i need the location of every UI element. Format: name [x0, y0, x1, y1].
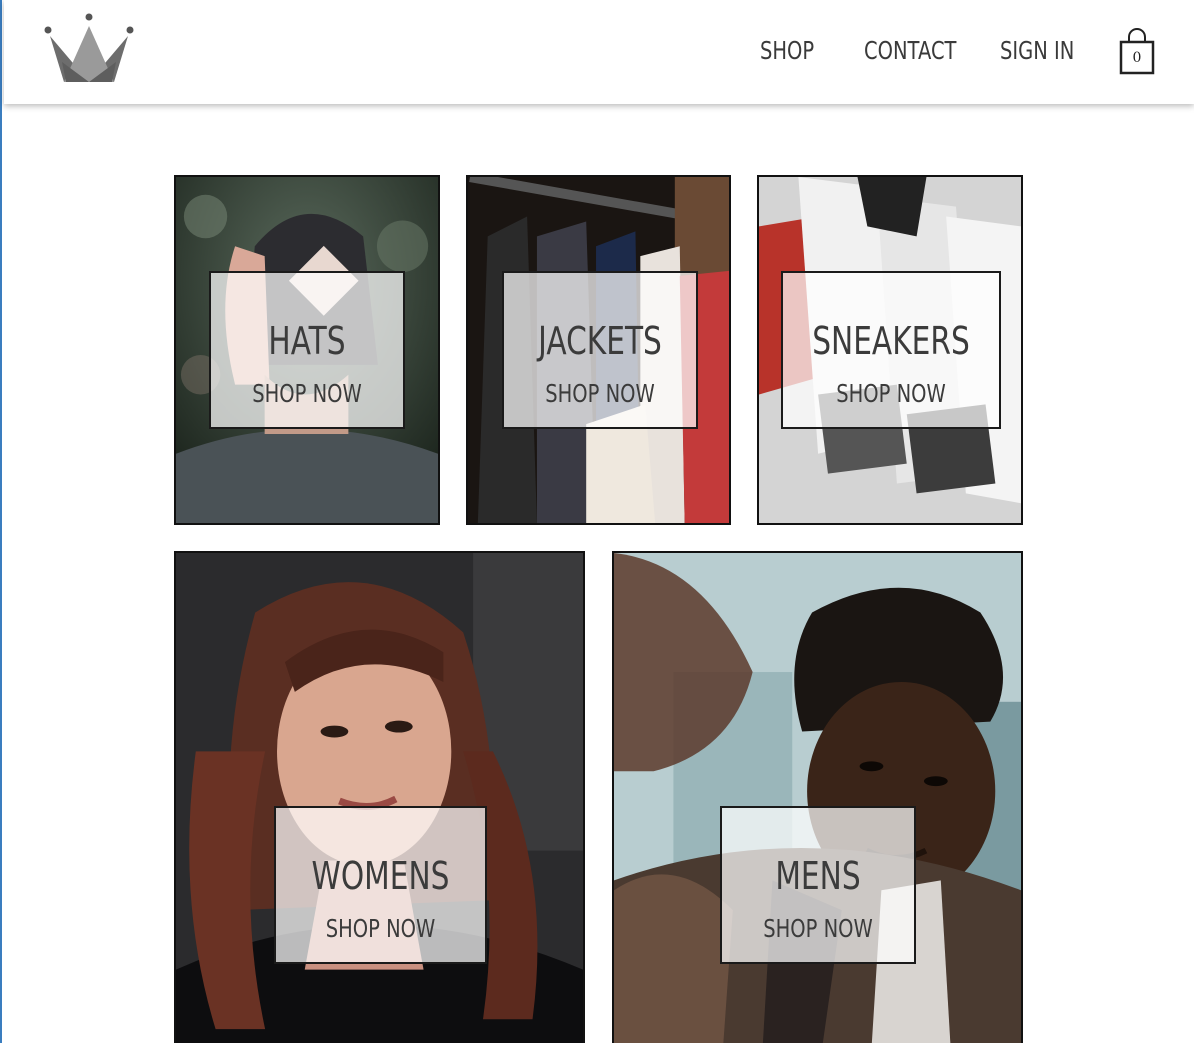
mens-photo — [614, 553, 1021, 1043]
category-tile-sneakers[interactable]: SNEAKERS SHOP NOW — [757, 175, 1023, 525]
shop-now-text: SHOP NOW — [545, 379, 655, 408]
category-label-box: SNEAKERS SHOP NOW — [781, 271, 1001, 429]
nav-shop-link[interactable]: SHOP — [760, 36, 814, 72]
category-title: WOMENS — [311, 854, 450, 898]
shop-now-text: SHOP NOW — [836, 379, 946, 408]
category-label-box: MENS SHOP NOW — [720, 806, 916, 964]
nav-sign-in-link[interactable]: SIGN IN — [1000, 36, 1074, 72]
shop-now-text: SHOP NOW — [763, 914, 873, 943]
category-label-box: JACKETS SHOP NOW — [502, 271, 698, 429]
shop-now-text: SHOP NOW — [252, 379, 362, 408]
category-title: JACKETS — [538, 319, 662, 363]
category-title: MENS — [775, 854, 861, 898]
cart-button[interactable]: 0 — [1117, 28, 1157, 76]
category-tile-hats[interactable]: HATS SHOP NOW — [174, 175, 440, 525]
womens-photo — [176, 553, 583, 1043]
site-header: SHOP CONTACT SIGN IN 0 — [4, 0, 1194, 104]
crown-logo-icon[interactable] — [42, 12, 136, 86]
category-label-box: WOMENS SHOP NOW — [274, 806, 487, 964]
category-tile-womens[interactable]: WOMENS SHOP NOW — [174, 551, 585, 1043]
category-label-box: HATS SHOP NOW — [209, 271, 405, 429]
shop-now-text: SHOP NOW — [325, 914, 436, 943]
category-title: HATS — [268, 319, 346, 363]
cart-count: 0 — [1132, 50, 1142, 66]
category-tile-jackets[interactable]: JACKETS SHOP NOW — [466, 175, 731, 525]
category-tile-mens[interactable]: MENS SHOP NOW — [612, 551, 1023, 1043]
nav-contact-link[interactable]: CONTACT — [864, 36, 956, 72]
category-title: SNEAKERS — [812, 319, 970, 363]
